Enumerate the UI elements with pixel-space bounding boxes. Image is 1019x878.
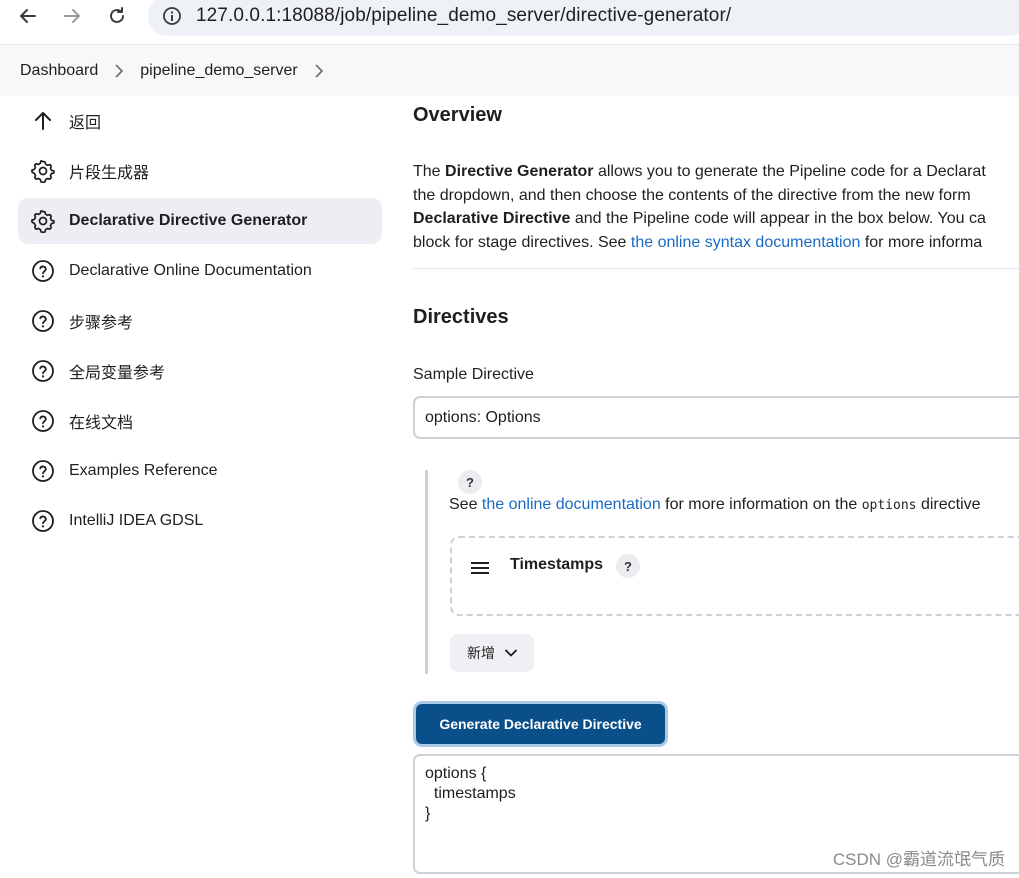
chevron-down-icon [505,649,517,657]
overview-text: The Directive Generator allows you to ge… [413,160,1019,254]
sidebar-item-label: 在线文档 [69,415,134,432]
text: block for stage directives. See [413,233,631,251]
sidebar-item-label: IntelliJ IDEA GDSL [69,512,204,529]
help-circle-icon [30,508,56,534]
sidebar-item-label: Examples Reference [69,462,218,479]
address-bar[interactable]: 127.0.0.1:18088/job/pipeline_demo_server… [148,0,1019,36]
sidebar-item-snippet-generator[interactable]: 片段生成器 [18,148,382,194]
breadcrumb: Dashboard pipeline_demo_server [0,44,1019,96]
browser-toolbar: 127.0.0.1:18088/job/pipeline_demo_server… [0,0,1019,44]
arrow-right-icon [64,9,80,23]
sample-directive-label: Sample Directive [413,366,534,383]
directives-title: Directives [413,306,509,328]
help-circle-icon [30,358,56,384]
add-option-label: 新增 [467,645,495,661]
text: See [449,496,482,513]
sidebar-item-label: Declarative Online Documentation [69,262,312,279]
sidebar-item-label: 全局变量参考 [69,365,166,382]
forward-button[interactable] [60,4,84,28]
text: and the Pipeline code will appear in the… [570,210,986,227]
sidebar: 返回 片段生成器 Declarative Directive Generator… [18,98,382,548]
reload-icon [110,7,124,23]
sidebar-item-label: Declarative Directive Generator [69,212,308,229]
divider [413,268,1019,269]
gear-icon [30,158,56,184]
text: the dropdown, and then choose the conten… [413,186,971,204]
syntax-documentation-link[interactable]: the online syntax documentation [631,234,860,251]
site-info-icon[interactable] [162,6,182,26]
overview-title: Overview [413,104,502,126]
watermark: CSDN @霸道流氓气质 [832,850,1005,869]
help-icon[interactable]: ? [458,470,482,494]
breadcrumb-dashboard[interactable]: Dashboard [20,62,98,80]
help-circle-icon [30,308,56,334]
sidebar-item-label: 步骤参考 [69,315,134,332]
code-text: options [861,498,917,513]
chevron-right-icon[interactable] [314,63,324,78]
text: directive [916,496,981,513]
arrow-up-icon [30,108,56,134]
options-help-text: See the online documentation for more in… [449,496,981,514]
reload-button[interactable] [105,4,129,28]
sample-directive-select[interactable]: options: Options [413,396,1019,439]
text: The [413,163,446,180]
help-circle-icon [30,408,56,434]
help-circle-icon [30,458,56,484]
breadcrumb-job[interactable]: pipeline_demo_server [140,62,297,80]
online-documentation-link[interactable]: the online documentation [482,496,661,513]
sidebar-item-label: 返回 [69,115,102,132]
help-circle-icon [30,258,56,284]
arrow-left-icon [20,9,36,23]
url-text[interactable]: 127.0.0.1:18088/job/pipeline_demo_server… [196,5,731,27]
text: for more informa [860,233,983,251]
sidebar-item-step-reference[interactable]: 步骤参考 [18,298,382,344]
sidebar-item-back[interactable]: 返回 [18,98,382,144]
sidebar-item-label: 片段生成器 [69,165,150,182]
text-bold: Declarative Directive [413,210,571,227]
sidebar-item-online-documentation[interactable]: Declarative Online Documentation [18,248,382,294]
sidebar-item-online-docs[interactable]: 在线文档 [18,398,382,444]
sidebar-item-examples-reference[interactable]: Examples Reference [18,448,382,494]
generate-directive-button[interactable]: Generate Declarative Directive [416,704,665,744]
help-icon[interactable]: ? [616,554,640,578]
timestamps-option-box: Timestamps ? [450,536,1019,616]
text: for more information on the [660,496,862,513]
sidebar-item-declarative-directive-generator[interactable]: Declarative Directive Generator [18,198,382,244]
timestamps-label: Timestamps [510,556,604,573]
sidebar-item-intellij-gdsl[interactable]: IntelliJ IDEA GDSL [18,498,382,544]
back-button[interactable] [16,4,40,28]
drag-handle-icon[interactable] [470,560,490,576]
gear-icon [30,208,56,234]
text-bold: Directive Generator [445,163,594,180]
sample-directive-value: options: Options [425,408,541,426]
add-option-button[interactable]: 新增 [450,634,534,672]
chevron-right-icon [114,63,124,78]
text: allows you to generate the Pipeline code… [593,163,986,180]
directive-config-panel: ? See the online documentation for more … [425,470,1019,674]
sidebar-item-global-variables[interactable]: 全局变量参考 [18,348,382,394]
